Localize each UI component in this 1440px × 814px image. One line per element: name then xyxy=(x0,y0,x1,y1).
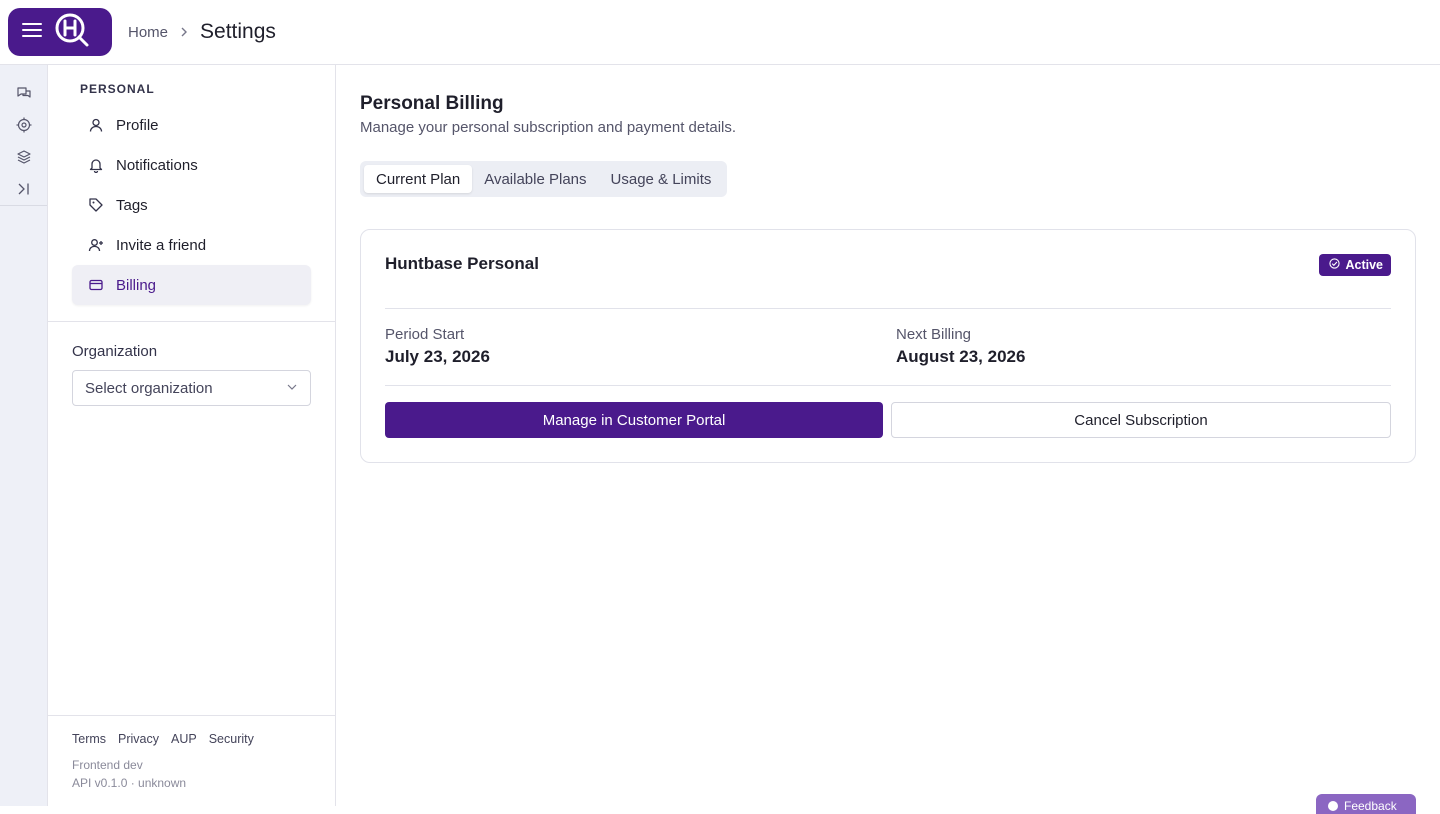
billing-tabs: Current Plan Available Plans Usage & Lim… xyxy=(360,161,728,197)
sidebar-item-label: Tags xyxy=(116,196,148,214)
tag-icon xyxy=(88,197,104,213)
icon-rail xyxy=(0,65,48,806)
sidebar-divider xyxy=(48,321,335,322)
user-icon xyxy=(88,117,104,133)
plan-name: Huntbase Personal xyxy=(385,254,539,273)
sidebar-item-billing[interactable]: Billing xyxy=(72,265,311,305)
tab-usage-limits[interactable]: Usage & Limits xyxy=(599,165,724,193)
feedback-icon xyxy=(1328,801,1338,811)
footer-meta: Frontend dev API v0.1.0 · unknown xyxy=(72,756,186,792)
expand-sidebar-icon[interactable] xyxy=(0,173,48,205)
status-badge-label: Active xyxy=(1345,258,1383,272)
breadcrumb: Home Settings xyxy=(128,0,276,64)
bell-icon xyxy=(88,157,104,173)
chevron-down-icon xyxy=(286,380,298,397)
check-circle-icon xyxy=(1329,258,1341,272)
footer-link-security[interactable]: Security xyxy=(209,732,254,746)
cancel-subscription-button[interactable]: Cancel Subscription xyxy=(891,402,1391,438)
next-billing-label: Next Billing xyxy=(896,326,972,343)
organization-select[interactable]: Select organization xyxy=(72,370,311,406)
breadcrumb-home-link[interactable]: Home xyxy=(128,24,168,41)
sidebar-item-tags[interactable]: Tags xyxy=(72,185,311,225)
footer-link-privacy[interactable]: Privacy xyxy=(118,732,159,746)
chevron-right-icon xyxy=(178,26,190,38)
tab-available-plans[interactable]: Available Plans xyxy=(472,165,598,193)
tab-current-plan[interactable]: Current Plan xyxy=(364,165,473,193)
next-billing-value: August 23, 2026 xyxy=(896,347,1026,366)
organization-select-value: Select organization xyxy=(85,379,213,397)
settings-sidebar: PERSONAL Profile Notifications Tags Invi… xyxy=(48,65,336,806)
period-start-value: July 23, 2026 xyxy=(385,347,490,366)
period-start-label: Period Start xyxy=(385,326,465,343)
layers-icon[interactable] xyxy=(0,141,48,173)
organization-label: Organization xyxy=(72,343,158,360)
sidebar-item-label: Profile xyxy=(116,116,159,134)
section-title: Personal Billing xyxy=(360,93,504,114)
sidebar-item-label: Notifications xyxy=(116,156,198,174)
sidebar-item-notifications[interactable]: Notifications xyxy=(72,145,311,185)
plan-card: Huntbase Personal Active Period Start Ju… xyxy=(360,229,1416,463)
user-plus-icon xyxy=(88,237,104,253)
top-bar: Home Settings xyxy=(0,0,1440,65)
hamburger-menu-icon xyxy=(22,22,42,43)
chat-icon[interactable] xyxy=(0,77,48,109)
sidebar-footer-divider xyxy=(48,715,335,716)
footer-links: Terms Privacy AUP Security xyxy=(72,732,254,746)
card-divider xyxy=(385,385,1391,386)
card-divider xyxy=(385,308,1391,309)
page-title: Settings xyxy=(200,20,276,43)
footer-link-aup[interactable]: AUP xyxy=(171,732,197,746)
footer-link-terms[interactable]: Terms xyxy=(72,732,106,746)
main-content: Personal Billing Manage your personal su… xyxy=(336,65,1440,814)
section-label-personal: PERSONAL xyxy=(80,82,155,96)
sidebar-item-label: Invite a friend xyxy=(116,236,207,254)
sidebar-item-label: Billing xyxy=(116,276,157,294)
footer-api-version: API v0.1.0 · unknown xyxy=(72,776,187,790)
sidebar-item-invite-a-friend[interactable]: Invite a friend xyxy=(72,225,311,265)
feedback-button[interactable]: Feedback xyxy=(1316,794,1416,814)
target-icon[interactable] xyxy=(0,109,48,141)
wallet-icon xyxy=(88,277,104,293)
manage-customer-portal-button[interactable]: Manage in Customer Portal xyxy=(385,402,883,438)
section-subtitle: Manage your personal subscription and pa… xyxy=(360,119,737,136)
feedback-label: Feedback xyxy=(1344,799,1397,813)
rail-icon-group xyxy=(0,65,47,206)
footer-env: Frontend dev xyxy=(72,758,143,772)
huntbase-logo-icon xyxy=(54,12,90,53)
menu-logo-button[interactable] xyxy=(8,8,112,56)
sidebar-item-profile[interactable]: Profile xyxy=(72,105,311,145)
status-badge: Active xyxy=(1319,254,1391,276)
